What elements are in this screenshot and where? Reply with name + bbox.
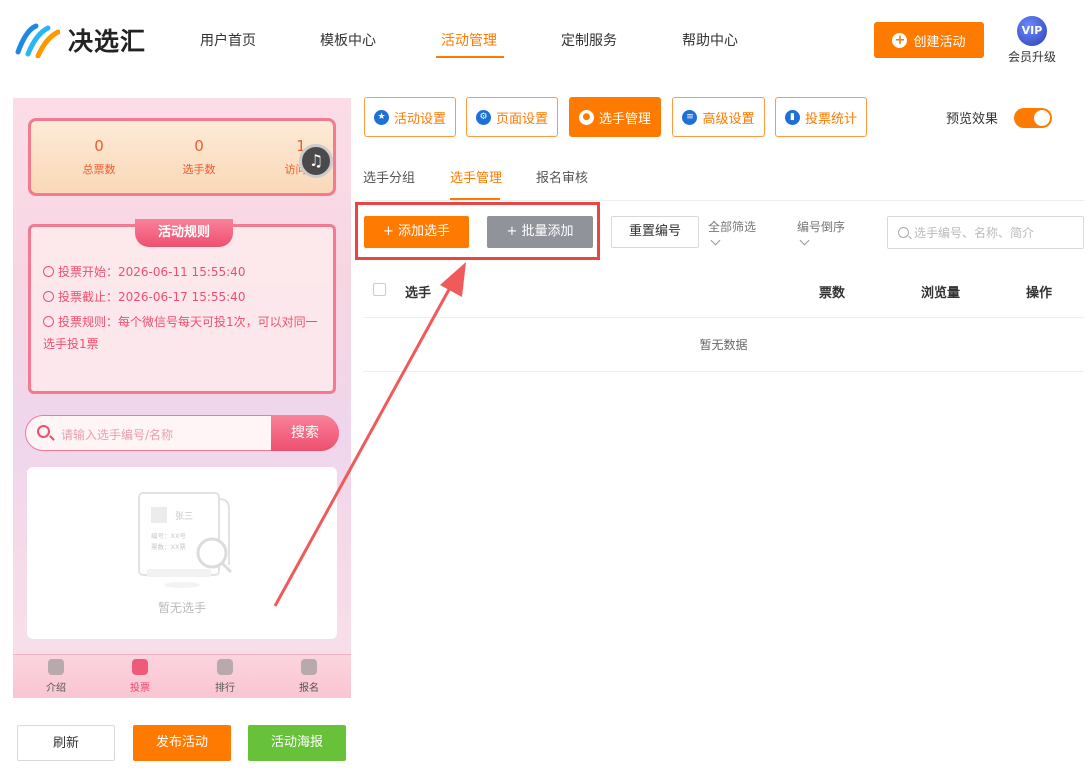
annotation-arrow-icon bbox=[273, 262, 466, 607]
